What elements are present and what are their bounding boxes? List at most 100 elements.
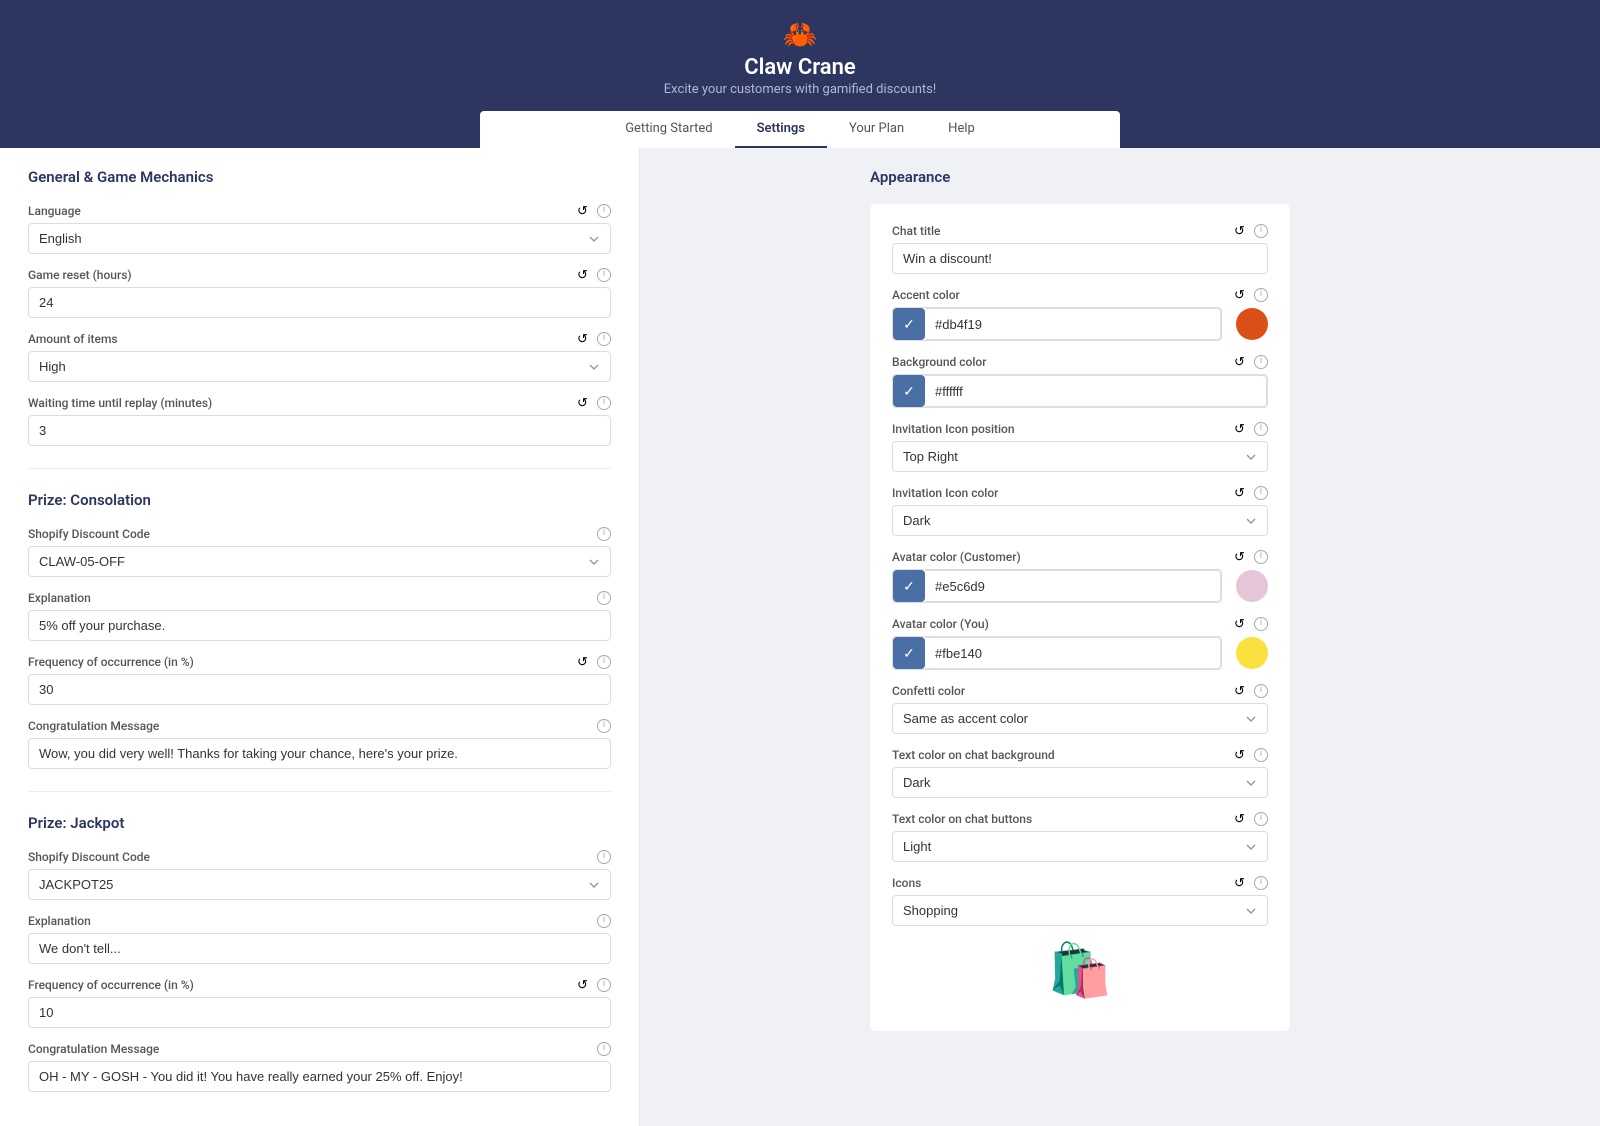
text-color-chat-bg-label: Text color on chat background <box>892 748 1055 762</box>
text-color-chat-buttons-info-icon[interactable]: i <box>1254 812 1268 826</box>
chat-title-info-icon[interactable]: i <box>1254 224 1268 238</box>
avatar-color-you-swatch[interactable] <box>1236 637 1268 669</box>
text-color-chat-buttons-reset-icon[interactable]: ↺ <box>1234 812 1248 826</box>
avatar-color-customer-box: ✓ <box>892 569 1222 603</box>
invitation-icon-color-select[interactable]: Dark <box>892 505 1268 536</box>
jackpot-congratulation-input[interactable] <box>28 1061 611 1092</box>
text-color-chat-bg-select[interactable]: Dark <box>892 767 1268 798</box>
language-reset-icon[interactable]: ↺ <box>577 204 591 218</box>
avatar-color-you-info-icon[interactable]: i <box>1254 617 1268 631</box>
jackpot-frequency-reset-icon[interactable]: ↺ <box>577 978 591 992</box>
consolation-discount-select[interactable]: CLAW-05-OFF <box>28 546 611 577</box>
accent-color-swatch[interactable] <box>1236 308 1268 340</box>
invitation-icon-color-label: Invitation Icon color <box>892 486 998 500</box>
waiting-time-info-icon[interactable]: i <box>597 396 611 410</box>
accent-color-input[interactable] <box>925 308 1221 340</box>
consolation-explanation-input[interactable] <box>28 610 611 641</box>
appearance-title: Appearance <box>870 168 1570 186</box>
consolation-frequency-input[interactable] <box>28 674 611 705</box>
background-color-check-btn[interactable]: ✓ <box>893 375 925 407</box>
invitation-icon-color-reset-icon[interactable]: ↺ <box>1234 486 1248 500</box>
invitation-icon-color-info-icon[interactable]: i <box>1254 486 1268 500</box>
accent-color-info-icon[interactable]: i <box>1254 288 1268 302</box>
game-reset-info-icon[interactable]: i <box>597 268 611 282</box>
text-color-chat-bg-info-icon[interactable]: i <box>1254 748 1268 762</box>
jackpot-congratulation-info-icon[interactable]: i <box>597 1042 611 1056</box>
tab-settings[interactable]: Settings <box>735 111 827 148</box>
invitation-icon-position-icons: ↺ i <box>1234 422 1268 436</box>
consolation-frequency-label: Frequency of occurrence (in %) <box>28 655 194 669</box>
background-color-reset-icon[interactable]: ↺ <box>1234 355 1248 369</box>
waiting-time-input[interactable] <box>28 415 611 446</box>
avatar-color-you-reset-icon[interactable]: ↺ <box>1234 617 1248 631</box>
avatar-color-customer-input[interactable] <box>925 570 1221 602</box>
waiting-time-reset-icon[interactable]: ↺ <box>577 396 591 410</box>
jackpot-explanation-input[interactable] <box>28 933 611 964</box>
game-reset-input[interactable] <box>28 287 611 318</box>
accent-color-reset-icon[interactable]: ↺ <box>1234 288 1248 302</box>
game-reset-reset-icon[interactable]: ↺ <box>577 268 591 282</box>
consolation-congratulation-label-row: Congratulation Message i <box>28 719 611 733</box>
confetti-color-icons: ↺ i <box>1234 684 1268 698</box>
avatar-color-customer-reset-icon[interactable]: ↺ <box>1234 550 1248 564</box>
jackpot-explanation-icons: i <box>597 914 611 928</box>
jackpot-discount-label: Shopify Discount Code <box>28 850 150 864</box>
invitation-icon-color-icons: ↺ i <box>1234 486 1268 500</box>
avatar-color-you-check-btn[interactable]: ✓ <box>893 637 925 669</box>
text-color-chat-bg-reset-icon[interactable]: ↺ <box>1234 748 1248 762</box>
tab-help[interactable]: Help <box>926 111 997 148</box>
avatar-color-customer-check-btn[interactable]: ✓ <box>893 570 925 602</box>
icons-field: Icons ↺ i Shopping <box>892 876 1268 926</box>
jackpot-frequency-field-group: Frequency of occurrence (in %) ↺ i <box>28 978 611 1028</box>
confetti-color-select[interactable]: Same as accent color <box>892 703 1268 734</box>
icons-info-icon[interactable]: i <box>1254 876 1268 890</box>
consolation-explanation-icons: i <box>597 591 611 605</box>
consolation-explanation-info-icon[interactable]: i <box>597 591 611 605</box>
consolation-discount-info-icon[interactable]: i <box>597 527 611 541</box>
avatar-color-you-row: ✓ <box>892 636 1268 670</box>
jackpot-frequency-label-row: Frequency of occurrence (in %) ↺ i <box>28 978 611 992</box>
accent-color-icons: ↺ i <box>1234 288 1268 302</box>
accent-color-check-btn[interactable]: ✓ <box>893 308 925 340</box>
tab-your-plan[interactable]: Your Plan <box>827 111 926 148</box>
app-subtitle: Excite your customers with gamified disc… <box>0 82 1600 97</box>
text-color-chat-buttons-select[interactable]: Light <box>892 831 1268 862</box>
confetti-color-info-icon[interactable]: i <box>1254 684 1268 698</box>
invitation-icon-color-field: Invitation Icon color ↺ i Dark <box>892 486 1268 536</box>
avatar-color-you-input[interactable] <box>925 637 1221 669</box>
right-panel: Appearance Chat title ↺ i Accent color <box>840 148 1600 1126</box>
amount-items-select[interactable]: High <box>28 351 611 382</box>
chat-title-input[interactable] <box>892 243 1268 274</box>
jackpot-discount-field-group: Shopify Discount Code i JACKPOT25 <box>28 850 611 900</box>
avatar-color-customer-swatch[interactable] <box>1236 570 1268 602</box>
jackpot-frequency-info-icon[interactable]: i <box>597 978 611 992</box>
consolation-frequency-reset-icon[interactable]: ↺ <box>577 655 591 669</box>
tab-getting-started[interactable]: Getting Started <box>603 111 734 148</box>
chat-title-label-row: Chat title ↺ i <box>892 224 1268 238</box>
language-select[interactable]: English <box>28 223 611 254</box>
background-color-info-icon[interactable]: i <box>1254 355 1268 369</box>
amount-items-info-icon[interactable]: i <box>597 332 611 346</box>
confetti-color-reset-icon[interactable]: ↺ <box>1234 684 1248 698</box>
consolation-frequency-info-icon[interactable]: i <box>597 655 611 669</box>
invitation-icon-position-reset-icon[interactable]: ↺ <box>1234 422 1248 436</box>
jackpot-frequency-input[interactable] <box>28 997 611 1028</box>
language-info-icon[interactable]: i <box>597 204 611 218</box>
chat-title-reset-icon[interactable]: ↺ <box>1234 224 1248 238</box>
avatar-color-customer-info-icon[interactable]: i <box>1254 550 1268 564</box>
invitation-icon-position-select[interactable]: Top Right <box>892 441 1268 472</box>
jackpot-discount-select[interactable]: JACKPOT25 <box>28 869 611 900</box>
main-layout: General & Game Mechanics Language ↺ i En… <box>0 148 1600 1126</box>
consolation-explanation-field-group: Explanation i <box>28 591 611 641</box>
avatar-color-you-label: Avatar color (You) <box>892 617 989 631</box>
consolation-congratulation-field-group: Congratulation Message i <box>28 719 611 769</box>
text-color-chat-bg-icons: ↺ i <box>1234 748 1268 762</box>
background-color-input[interactable] <box>925 375 1267 407</box>
amount-items-reset-icon[interactable]: ↺ <box>577 332 591 346</box>
jackpot-explanation-info-icon[interactable]: i <box>597 914 611 928</box>
invitation-icon-position-info-icon[interactable]: i <box>1254 422 1268 436</box>
consolation-congratulation-input[interactable] <box>28 738 611 769</box>
jackpot-discount-info-icon[interactable]: i <box>597 850 611 864</box>
icons-reset-icon[interactable]: ↺ <box>1234 876 1248 890</box>
consolation-congratulation-info-icon[interactable]: i <box>597 719 611 733</box>
